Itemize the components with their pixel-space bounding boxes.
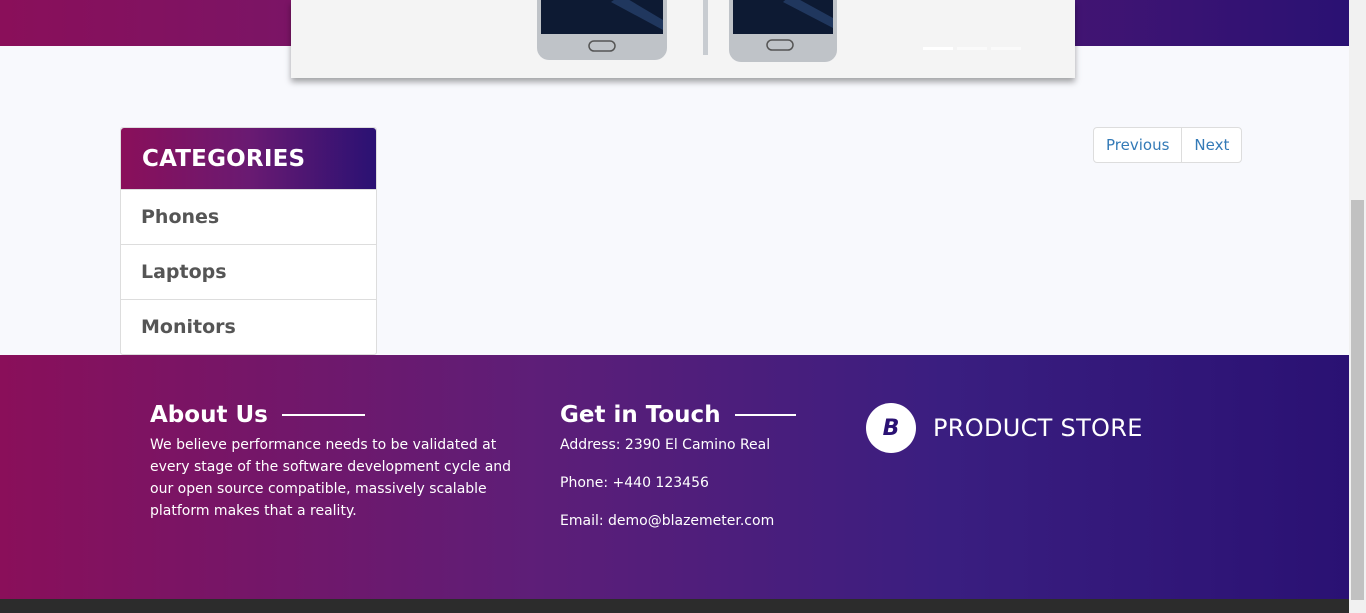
scrollbar-thumb[interactable] [1351,200,1364,600]
heading-rule [281,414,365,416]
category-item-phones[interactable]: Phones [121,189,376,244]
carousel-indicator[interactable] [991,47,1021,50]
phone-product-image [537,0,837,62]
logo-letter: B [882,415,900,441]
pagination: Previous Next [1093,127,1243,163]
carousel-indicator[interactable] [923,47,953,50]
page-scrollbar[interactable] [1349,0,1366,613]
contact-title: Get in Touch [560,402,721,428]
about-title: About Us [150,402,268,428]
brand-logo-icon: B [866,403,916,453]
category-item-monitors[interactable]: Monitors [121,299,376,354]
brand: B PRODUCT STORE [866,403,1143,453]
categories-list: CATEGORIES Phones Laptops Monitors [120,127,377,355]
contact-address: Address: 2390 El Camino Real [560,437,771,453]
contact-section: Get in Touch Address: 2390 El Camino Rea… [560,399,820,532]
contact-phone: Phone: +440 123456 [560,475,709,491]
about-heading: About Us [150,399,520,431]
category-item-laptops[interactable]: Laptops [121,244,376,299]
contact-email: Email: demo@blazemeter.com [560,513,775,529]
footer: About Us We believe performance needs to… [0,355,1349,599]
about-section: About Us We believe performance needs to… [150,399,520,522]
bottom-bar [0,599,1349,613]
carousel-indicator[interactable] [957,47,987,50]
carousel-indicators [923,47,1021,50]
previous-button[interactable]: Previous [1094,128,1181,162]
product-carousel[interactable] [291,0,1075,78]
categories-title[interactable]: CATEGORIES [121,128,376,189]
next-button[interactable]: Next [1181,128,1241,162]
about-text: We believe performance needs to be valid… [150,437,512,519]
brand-name: PRODUCT STORE [933,414,1143,442]
heading-rule [734,414,796,416]
contact-heading: Get in Touch [560,399,820,431]
